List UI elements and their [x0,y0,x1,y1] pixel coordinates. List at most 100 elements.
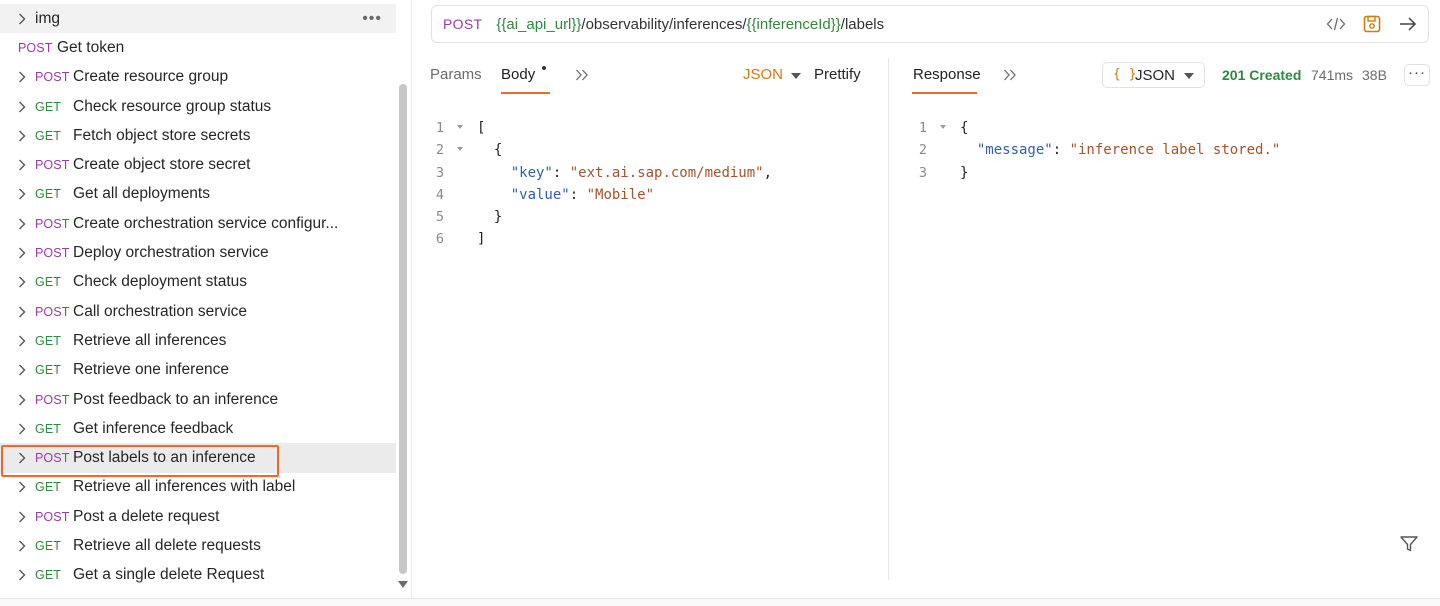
chevron-right-icon[interactable] [16,276,28,288]
collection-sidebar: img ••• POST Get token POST Create resour… [0,0,412,606]
chevron-right-icon[interactable] [16,130,28,142]
response-format-select[interactable]: { } JSON [1102,62,1205,88]
more-tabs-chevron-icon[interactable] [575,68,589,85]
active-tab-underline [501,92,550,94]
sidebar-item-label: Post a delete request [73,507,220,525]
body-format-select[interactable]: JSON [743,66,783,83]
status-bar [0,598,1440,606]
chevron-right-icon[interactable] [16,335,28,347]
url-path[interactable]: /observability/inferences/ [581,16,746,33]
chevron-right-icon[interactable] [16,71,28,83]
url-variable[interactable]: {{ai_api_url}} [496,16,581,33]
chevron-right-icon[interactable] [16,218,28,230]
chevron-right-icon[interactable] [16,13,28,25]
chevron-down-icon[interactable] [791,73,801,79]
sidebar-item[interactable]: POST Post labels to an inference [0,443,396,473]
method-badge: POST [35,509,70,524]
method-badge: GET [35,333,61,348]
json-string: "ext.ai.sap.com/medium" [569,164,764,181]
fold-toggle-icon[interactable] [940,125,946,129]
sidebar-item[interactable]: GET Get all deployments [0,180,396,209]
folder-img[interactable]: img ••• [0,4,396,34]
chevron-right-icon[interactable] [16,452,28,464]
method-badge: GET [35,187,61,202]
sidebar-item[interactable]: GET Retrieve all inferences [0,326,396,355]
sidebar-item[interactable]: GET Check deployment status [0,268,396,297]
sidebar-item[interactable]: GET Get a single delete Request [0,561,396,590]
chevron-right-icon[interactable] [16,306,28,318]
sidebar-item[interactable]: POST Create resource group [0,63,396,92]
json-key: "key" [510,164,553,181]
chevron-right-icon[interactable] [16,423,28,435]
chevron-right-icon[interactable] [16,481,28,493]
response-format-label: JSON [1135,67,1176,84]
sidebar-item[interactable]: POST Create object store secret [0,150,396,179]
tab-body[interactable]: Body [501,66,535,83]
sidebar-item-label: Retrieve all delete requests [73,536,261,554]
tab-params[interactable]: Params [430,66,482,83]
scroll-down-arrow-icon[interactable] [398,581,408,588]
chevron-right-icon[interactable] [16,511,28,523]
sidebar-item[interactable]: GET Retrieve one inference [0,356,396,385]
request-body-editor[interactable]: 1[ 2 { 3 "key": "ext.ai.sap.com/medium",… [430,117,870,251]
sidebar-item-get-token[interactable]: POST Get token [0,33,396,62]
response-header: Response { } JSON 201 Created 741ms 38B … [900,56,1440,96]
pane-divider[interactable] [888,58,889,580]
chevron-right-icon[interactable] [16,188,28,200]
sidebar-scrollbar[interactable] [396,0,410,600]
chevron-right-icon[interactable] [16,394,28,406]
method-badge: POST [35,158,70,173]
save-icon[interactable] [1362,14,1382,34]
sidebar-item[interactable]: GET Retrieve all delete requests [0,531,396,560]
line-number: 5 [435,209,444,226]
send-arrow-icon[interactable] [1398,14,1418,34]
line-number: 3 [918,164,927,181]
method-badge: GET [35,128,61,143]
sidebar-item[interactable]: POST Deploy orchestration service [0,238,396,267]
method-badge: GET [35,480,61,495]
filter-icon[interactable] [1399,535,1419,557]
code-snippet-icon[interactable] [1326,14,1346,34]
chevron-right-icon[interactable] [16,101,28,113]
chevron-right-icon[interactable] [16,569,28,581]
sidebar-item-label: Check resource group status [73,97,272,115]
more-options-icon[interactable]: ··· [1404,64,1430,86]
chevron-right-icon[interactable] [16,247,28,259]
sidebar-item[interactable]: GET Fetch object store secrets [0,121,396,150]
response-body-viewer[interactable]: 1{ 2 "message": "inference label stored.… [913,117,1413,184]
url-path[interactable]: /labels [841,16,884,33]
url-variable[interactable]: {{inferenceId}} [747,16,841,33]
sidebar-item[interactable]: POST Call orchestration service [0,297,396,326]
tab-response[interactable]: Response [913,66,981,83]
url-bar[interactable]: POST {{ai_api_url}}/observability/infere… [431,5,1429,43]
chevron-right-icon[interactable] [16,159,28,171]
prettify-button[interactable]: Prettify [814,66,861,83]
sidebar-item-label: Retrieve one inference [73,361,229,379]
line-number: 1 [918,120,927,136]
sidebar-item[interactable]: POST Post feedback to an inference [0,385,396,414]
chevron-right-icon[interactable] [16,364,28,376]
fold-toggle-icon[interactable] [457,125,463,129]
scrollbar-thumb[interactable] [399,84,407,574]
request-method[interactable]: POST [443,16,482,32]
sidebar-item[interactable]: POST Post a delete request [0,502,396,531]
sidebar-item-label: Fetch object store secrets [73,126,251,144]
method-badge: GET [35,538,61,553]
more-tabs-chevron-icon[interactable] [1003,68,1017,85]
request-url[interactable]: {{ai_api_url}}/observability/inferences/… [496,16,884,33]
more-options-icon[interactable]: ••• [362,10,382,28]
chevron-down-icon [1184,73,1194,79]
response-time[interactable]: 741ms [1311,67,1353,83]
sidebar-item[interactable]: POST Create orchestration service configu… [0,209,396,238]
folder-label: img [35,9,60,27]
method-badge: POST [35,246,70,261]
json-string: "Mobile" [586,186,655,203]
sidebar-item[interactable]: GET Check resource group status [0,92,396,121]
sidebar-item[interactable]: GET Retrieve all inferences with label [0,473,396,502]
response-size[interactable]: 38B [1362,67,1387,83]
sidebar-item-label: Create object store secret [73,156,251,174]
chevron-right-icon[interactable] [16,540,28,552]
fold-toggle-icon[interactable] [457,147,463,152]
sidebar-item[interactable]: GET Get inference feedback [0,414,396,443]
status-badge[interactable]: 201 Created [1222,67,1301,83]
